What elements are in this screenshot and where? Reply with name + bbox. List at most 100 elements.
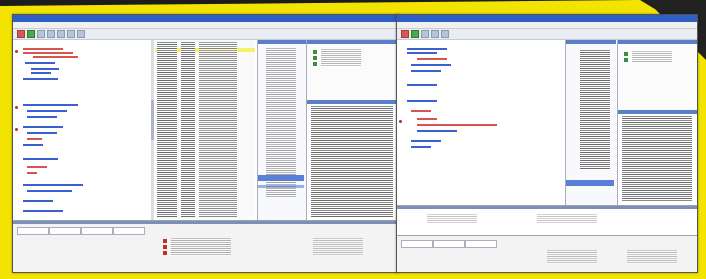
menu-bar[interactable] bbox=[397, 22, 697, 29]
code-line bbox=[23, 78, 58, 80]
code-line bbox=[31, 72, 51, 74]
memory-dump-pane[interactable] bbox=[306, 100, 398, 220]
watch-pane[interactable] bbox=[257, 40, 306, 220]
code-line bbox=[27, 132, 57, 134]
code-line bbox=[407, 100, 437, 102]
variable-icon bbox=[313, 62, 317, 66]
variable-names bbox=[321, 49, 361, 67]
watch-values bbox=[580, 50, 610, 170]
output-tab[interactable] bbox=[433, 240, 465, 248]
toolbar bbox=[13, 29, 398, 40]
instruction-column bbox=[199, 42, 237, 217]
window-titlebar[interactable] bbox=[397, 15, 697, 22]
toolbar bbox=[397, 29, 697, 40]
code-line bbox=[23, 104, 78, 106]
output-tab[interactable] bbox=[113, 227, 145, 235]
output-lines bbox=[171, 238, 231, 256]
code-line bbox=[27, 172, 37, 174]
code-line bbox=[33, 56, 78, 58]
registers-pane[interactable] bbox=[617, 40, 697, 110]
run-icon[interactable] bbox=[411, 30, 419, 38]
breakpoint-icon[interactable] bbox=[399, 120, 402, 123]
selected-watch-row[interactable] bbox=[258, 175, 304, 181]
output-tab[interactable] bbox=[17, 227, 49, 235]
code-line bbox=[23, 210, 63, 212]
registers-header bbox=[618, 40, 697, 44]
watch-header bbox=[566, 40, 616, 44]
scrollbar-thumb[interactable] bbox=[151, 100, 154, 140]
output-lines bbox=[627, 250, 677, 264]
code-line bbox=[23, 144, 43, 146]
code-line bbox=[417, 130, 457, 132]
code-line bbox=[411, 70, 441, 72]
code-line bbox=[407, 48, 447, 50]
code-line bbox=[27, 190, 72, 192]
output-header bbox=[13, 221, 398, 224]
code-scrollbar[interactable] bbox=[151, 40, 154, 220]
output-tab[interactable] bbox=[81, 227, 113, 235]
stop-icon[interactable] bbox=[401, 30, 409, 38]
code-line bbox=[23, 126, 63, 128]
code-line bbox=[411, 64, 451, 66]
output-lines bbox=[547, 250, 597, 264]
code-line bbox=[23, 48, 63, 50]
toolbar-button-icon[interactable] bbox=[421, 30, 429, 38]
toolbar-button-icon[interactable] bbox=[37, 30, 45, 38]
menu-bar[interactable] bbox=[13, 22, 398, 29]
right-debugger-window[interactable] bbox=[396, 14, 698, 273]
breakpoint-icon[interactable] bbox=[15, 50, 18, 53]
toolbar-button-icon[interactable] bbox=[47, 30, 55, 38]
breakpoint-icon[interactable] bbox=[15, 128, 18, 131]
source-code-pane[interactable] bbox=[13, 40, 153, 220]
watch-pane[interactable] bbox=[565, 40, 616, 205]
code-line bbox=[417, 118, 437, 120]
run-icon[interactable] bbox=[27, 30, 35, 38]
source-code-pane[interactable] bbox=[397, 40, 562, 205]
toolbar-button-icon[interactable] bbox=[441, 30, 449, 38]
code-line bbox=[31, 68, 59, 70]
variable-icon bbox=[624, 52, 628, 56]
output-panel[interactable] bbox=[13, 220, 398, 272]
code-line bbox=[411, 146, 431, 148]
registers-header bbox=[307, 40, 398, 44]
toolbar-button-icon[interactable] bbox=[67, 30, 75, 38]
selected-watch-row[interactable] bbox=[258, 185, 304, 188]
registers-pane[interactable] bbox=[306, 40, 398, 100]
code-line bbox=[417, 124, 497, 126]
code-line bbox=[23, 158, 58, 160]
memory-dump-pane[interactable] bbox=[617, 110, 697, 205]
window-titlebar[interactable] bbox=[13, 15, 398, 22]
code-line bbox=[411, 110, 431, 112]
code-line bbox=[27, 138, 42, 140]
code-line bbox=[411, 140, 441, 142]
breakpoints-panel[interactable] bbox=[397, 205, 697, 236]
toolbar-button-icon[interactable] bbox=[77, 30, 85, 38]
variable-icon bbox=[313, 56, 317, 60]
error-icon bbox=[163, 239, 167, 243]
output-tab[interactable] bbox=[401, 240, 433, 248]
variable-icon bbox=[313, 50, 317, 54]
code-line bbox=[27, 116, 57, 118]
magazine-screenshot-frame bbox=[0, 0, 706, 279]
breakpoint-icon[interactable] bbox=[15, 106, 18, 109]
selected-watch-row[interactable] bbox=[566, 180, 614, 186]
output-panel[interactable] bbox=[397, 235, 697, 272]
toolbar-button-icon[interactable] bbox=[431, 30, 439, 38]
output-tab[interactable] bbox=[465, 240, 497, 248]
code-line bbox=[417, 58, 447, 60]
toolbar-button-icon[interactable] bbox=[57, 30, 65, 38]
variable-icon bbox=[624, 58, 628, 62]
code-line bbox=[27, 110, 67, 112]
error-icon bbox=[163, 245, 167, 249]
address-column bbox=[157, 42, 177, 217]
disassembly-pane[interactable] bbox=[155, 40, 255, 220]
left-debugger-window[interactable] bbox=[12, 14, 399, 273]
memory-header bbox=[307, 100, 398, 104]
breakpoint-rows bbox=[537, 214, 597, 224]
stop-icon[interactable] bbox=[17, 30, 25, 38]
variable-names bbox=[632, 51, 672, 63]
code-line bbox=[407, 84, 437, 86]
code-line bbox=[25, 62, 55, 64]
output-tab[interactable] bbox=[49, 227, 81, 235]
code-line bbox=[23, 184, 83, 186]
